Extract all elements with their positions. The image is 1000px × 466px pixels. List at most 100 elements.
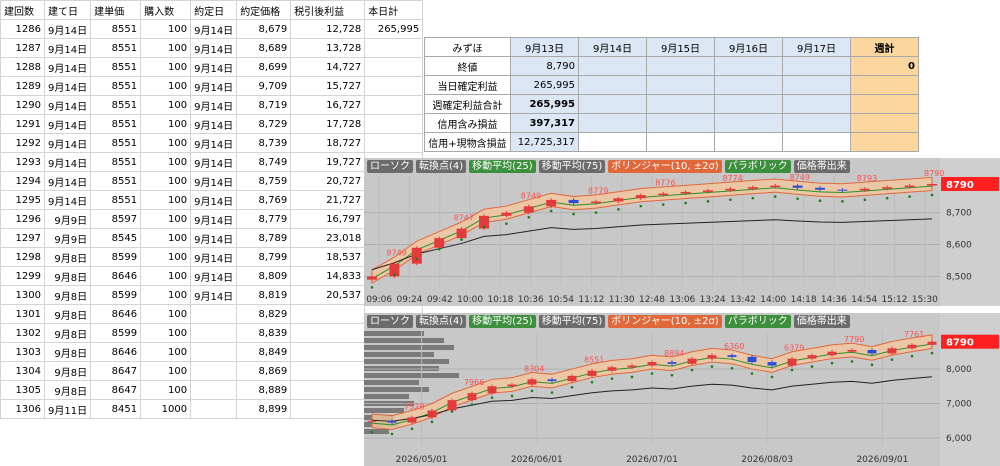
table-cell[interactable]: 8647	[90, 361, 142, 381]
table-cell[interactable]: 8,739	[236, 133, 292, 153]
table-cell[interactable]: 100	[140, 247, 192, 267]
table-cell[interactable]: 9月14日	[190, 228, 238, 248]
table-cell[interactable]	[290, 342, 366, 362]
table-cell[interactable]: 100	[140, 19, 192, 39]
table-cell[interactable]: 9月14日	[190, 152, 238, 172]
table-cell[interactable]: 1297	[0, 228, 45, 248]
table-cell[interactable]: 8,719	[236, 95, 292, 115]
table-cell[interactable]: 1298	[0, 247, 45, 267]
table-cell[interactable]: 9月14日	[190, 114, 238, 134]
table-cell[interactable]: 8599	[90, 323, 142, 343]
summary-label[interactable]: 当日確定利益	[424, 75, 511, 95]
summary-label[interactable]: 週確定利益合計	[424, 94, 511, 114]
table-cell[interactable]	[190, 399, 238, 419]
table-cell[interactable]: 100	[140, 95, 192, 115]
table-cell[interactable]: 13,728	[290, 38, 366, 58]
table-cell[interactable]: 9月14日	[43, 76, 92, 96]
table-cell[interactable]: 1000	[140, 399, 192, 419]
table-cell[interactable]	[290, 304, 366, 324]
table-cell[interactable]: 9月14日	[190, 76, 238, 96]
table-cell[interactable]	[290, 361, 366, 381]
summary-blank-cell[interactable]	[646, 75, 715, 95]
table-cell[interactable]: 8,749	[236, 152, 292, 172]
intraday-chart[interactable]: 8,700 8,600 8,500 09:06 09:24 09:42 10:00 10:18…	[364, 158, 1000, 306]
table-cell[interactable]: 8551	[90, 57, 142, 77]
table-cell[interactable]: 100	[140, 57, 192, 77]
summary-blank-cell[interactable]	[782, 113, 851, 133]
column-header[interactable]: 建回数	[0, 0, 45, 20]
table-cell[interactable]: 9月8日	[43, 266, 92, 286]
summary-label[interactable]: 信用+現物含損益	[424, 132, 511, 152]
table-cell[interactable]: 1302	[0, 323, 45, 343]
table-cell[interactable]: 100	[140, 361, 192, 381]
table-cell[interactable]: 8551	[90, 171, 142, 191]
table-cell[interactable]: 8,899	[236, 399, 292, 419]
table-cell[interactable]: 8,689	[236, 38, 292, 58]
table-cell[interactable]: 8646	[90, 342, 142, 362]
table-cell[interactable]: 9月14日	[190, 247, 238, 267]
table-cell[interactable]: 8,849	[236, 342, 292, 362]
table-cell[interactable]: 9月14日	[43, 133, 92, 153]
table-cell[interactable]: 1300	[0, 285, 45, 305]
column-header[interactable]: 建て日	[43, 0, 92, 20]
table-cell[interactable]: 100	[140, 133, 192, 153]
indicator-toggle-3[interactable]: 移動平均(75)	[538, 160, 606, 173]
daily-chart[interactable]: 8,000 7,000 6,000 2026/05/01 2026/06/01 2026/…	[364, 313, 1000, 466]
summary-blank-cell[interactable]	[646, 56, 715, 76]
table-cell[interactable]: 100	[140, 323, 192, 343]
table-cell[interactable]: 9月8日	[43, 304, 92, 324]
table-cell[interactable]: 9月8日	[43, 247, 92, 267]
table-cell[interactable]: 100	[140, 209, 192, 229]
table-cell[interactable]: 1290	[0, 95, 45, 115]
table-cell[interactable]: 8,819	[236, 285, 292, 305]
date-header[interactable]: 9月17日	[782, 37, 851, 57]
table-cell[interactable]: 8551	[90, 76, 142, 96]
table-cell[interactable]: 17,728	[290, 114, 366, 134]
table-cell[interactable]: 8597	[90, 209, 142, 229]
summary-blank-cell[interactable]	[646, 94, 715, 114]
indicator-toggle-6[interactable]: 価格帯出来	[793, 315, 850, 328]
summary-blank-cell[interactable]	[782, 94, 851, 114]
indicator-toggle-4[interactable]: ボリンジャー(10, ±2σ)	[608, 160, 722, 173]
table-cell[interactable]: 1295	[0, 190, 45, 210]
indicator-toggle-1[interactable]: 転換点(4)	[416, 315, 467, 328]
table-cell[interactable]: 1291	[0, 114, 45, 134]
table-cell[interactable]: 9月14日	[190, 266, 238, 286]
table-cell[interactable]: 18,537	[290, 247, 366, 267]
summary-blank-cell[interactable]	[782, 132, 851, 152]
indicator-toggle-5[interactable]: パラボリック	[724, 160, 791, 173]
table-cell[interactable]: 20,537	[290, 285, 366, 305]
table-cell[interactable]	[290, 380, 366, 400]
summary-value[interactable]: 8,790	[510, 56, 579, 76]
table-cell[interactable]: 8551	[90, 190, 142, 210]
table-cell[interactable]: 8,779	[236, 209, 292, 229]
table-cell[interactable]: 8646	[90, 304, 142, 324]
table-cell[interactable]: 8599	[90, 285, 142, 305]
column-header[interactable]: 約定日	[190, 0, 238, 20]
table-cell[interactable]: 9月14日	[190, 209, 238, 229]
table-cell[interactable]: 15,727	[290, 76, 366, 96]
table-cell[interactable]: 20,727	[290, 171, 366, 191]
table-cell[interactable]: 8,889	[236, 380, 292, 400]
indicator-toggle-5[interactable]: パラボリック	[724, 315, 791, 328]
column-header[interactable]: 約定価格	[236, 0, 292, 20]
table-cell[interactable]: 9月14日	[43, 57, 92, 77]
table-cell[interactable]: 1306	[0, 399, 45, 419]
table-cell[interactable]: 1299	[0, 266, 45, 286]
table-cell[interactable]: 1286	[0, 19, 45, 39]
table-cell[interactable]: 8451	[90, 399, 142, 419]
table-cell[interactable]: 8,829	[236, 304, 292, 324]
table-cell[interactable]	[190, 380, 238, 400]
table-cell[interactable]: 100	[140, 152, 192, 172]
indicator-toggle-3[interactable]: 移動平均(75)	[538, 315, 606, 328]
table-cell[interactable]: 8647	[90, 380, 142, 400]
table-cell[interactable]: 9月9日	[43, 209, 92, 229]
summary-value[interactable]: 397,317	[510, 113, 579, 133]
summary-blank-cell[interactable]	[714, 56, 783, 76]
table-cell[interactable]: 8551	[90, 95, 142, 115]
table-cell[interactable]: 8,729	[236, 114, 292, 134]
table-cell[interactable]: 9月14日	[190, 19, 238, 39]
indicator-toggle-0[interactable]: ローソク	[367, 160, 413, 173]
table-cell[interactable]: 100	[140, 76, 192, 96]
table-cell[interactable]: 8,869	[236, 361, 292, 381]
